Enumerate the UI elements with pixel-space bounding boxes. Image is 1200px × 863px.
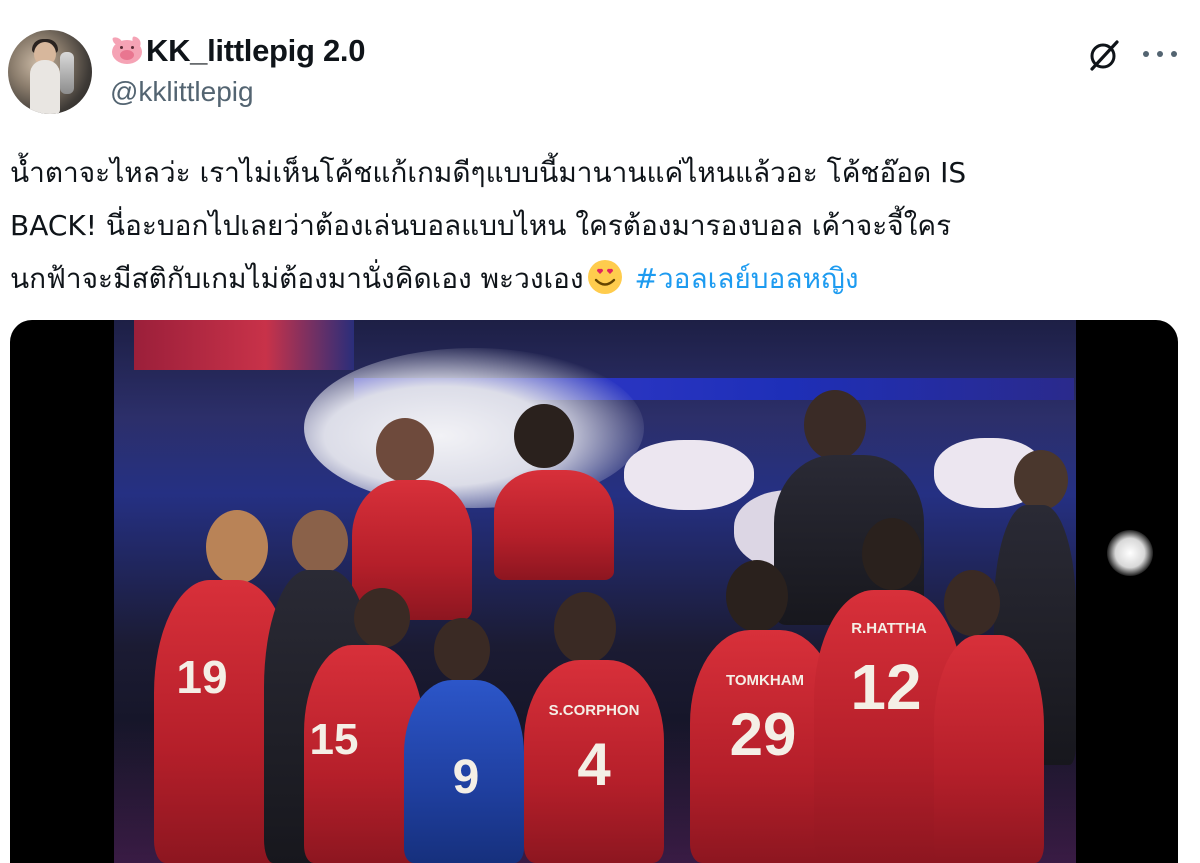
coach-head — [804, 390, 866, 460]
jersey-name: R.HATTHA — [851, 620, 927, 637]
tweet-card: KK_littlepig 2.0 @kklittlepig น้ำตาจะไหล… — [0, 0, 1200, 863]
arena-banner — [134, 320, 354, 370]
display-name-row[interactable]: KK_littlepig 2.0 — [110, 32, 365, 70]
player-head — [726, 560, 788, 632]
player-head — [554, 592, 616, 664]
jersey-name: S.CORPHON — [548, 702, 640, 719]
jersey-number: 29 — [729, 701, 797, 768]
player-head — [944, 570, 1000, 636]
video-media[interactable]: 19 15 9 S.CORPHON 4 TOMKHAM 29 R.HATTHA … — [10, 320, 1178, 863]
tweet-text-line-2: BACK! นี่อะบอกไปเลยว่าต้องเล่นบอลแบบไหน … — [10, 209, 952, 242]
player-head — [434, 618, 490, 682]
video-scrubber-dot[interactable] — [1107, 530, 1153, 576]
jersey-number: 19 — [176, 651, 228, 703]
player-head — [862, 518, 922, 590]
pig-face-icon — [110, 36, 144, 66]
player-head — [354, 588, 410, 648]
jersey-number: 4 — [577, 731, 611, 798]
avatar-body — [30, 60, 60, 114]
smiling-face-with-heart-eyes-icon — [587, 260, 622, 294]
jersey-number: 9 — [452, 751, 480, 804]
player-head — [376, 418, 434, 482]
jersey-number: 12 — [850, 651, 922, 723]
staff-head — [1014, 450, 1068, 510]
author-info: KK_littlepig 2.0 @kklittlepig — [110, 32, 365, 108]
tweet-body: น้ำตาจะไหลว่ะ เราไม่เห็นโค้ชแก้เกมดีๆแบบ… — [10, 146, 1185, 305]
more-options-icon[interactable] — [1138, 36, 1182, 72]
crowd-sign-1 — [624, 440, 754, 510]
profile-avatar[interactable] — [8, 30, 92, 114]
player-head — [206, 510, 268, 584]
tweet-text-line-3-text: นกฟ้าจะมีสติกับเกมไม่ต้องมานั่งคิดเอง พะ… — [10, 262, 584, 295]
avatar-trophy — [60, 52, 74, 94]
hashtag-link[interactable]: #วอลเลย์บอลหญิง — [634, 262, 858, 295]
grok-slash-icon[interactable] — [1086, 38, 1122, 72]
player-head — [292, 510, 348, 574]
video-frame: 19 15 9 S.CORPHON 4 TOMKHAM 29 R.HATTHA … — [114, 320, 1076, 863]
player-figure — [934, 635, 1044, 863]
display-name[interactable]: KK_littlepig 2.0 — [146, 33, 365, 69]
jersey-number: 15 — [309, 715, 359, 764]
tweet-text-line-1: น้ำตาจะไหลว่ะ เราไม่เห็นโค้ชแก้เกมดีๆแบบ… — [10, 156, 967, 189]
player-head — [514, 404, 574, 468]
tweet-text-line-3: นกฟ้าจะมีสติกับเกมไม่ต้องมานั่งคิดเอง พะ… — [10, 252, 1185, 305]
player-figure — [494, 470, 614, 580]
jersey-name: TOMKHAM — [725, 672, 805, 689]
user-handle[interactable]: @kklittlepig — [110, 76, 365, 108]
